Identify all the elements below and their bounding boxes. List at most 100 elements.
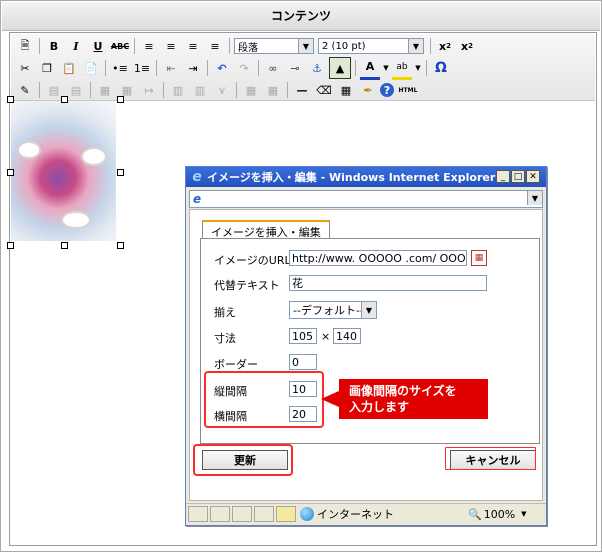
chevron-down-icon[interactable]: ▼ xyxy=(527,191,542,205)
subscript-icon[interactable]: x2 xyxy=(435,36,455,56)
html-icon[interactable]: HTML xyxy=(396,80,420,100)
resize-handle[interactable] xyxy=(61,242,68,249)
italic-icon[interactable]: I xyxy=(66,36,86,56)
undo-icon[interactable]: ↶ xyxy=(212,58,232,78)
eraser-icon[interactable]: ⌫ xyxy=(314,80,334,100)
indent-icon[interactable]: ⇥ xyxy=(183,58,203,78)
horizontal-rule-icon[interactable]: — xyxy=(292,80,312,100)
paste-icon[interactable]: 📋 xyxy=(59,58,79,78)
font-size-value: 2 (10 pt) xyxy=(322,40,366,52)
justify-icon[interactable]: ≡ xyxy=(205,36,225,56)
table-col-icon[interactable]: ▤ xyxy=(66,80,86,100)
security-zone: インターネット xyxy=(300,506,450,522)
width-field[interactable]: 105 xyxy=(289,328,317,344)
zoom-control[interactable]: 🔍 100% ▼ xyxy=(468,508,527,521)
spacing-highlight xyxy=(204,371,324,428)
outdent-icon[interactable]: ⇤ xyxy=(161,58,181,78)
status-cell xyxy=(188,506,208,522)
bullet-list-icon[interactable]: •≡ xyxy=(110,58,130,78)
ie-logo-icon: e xyxy=(192,169,202,185)
link-icon[interactable]: ∞ xyxy=(263,58,283,78)
edit-icon[interactable]: ✎ xyxy=(15,80,35,100)
row-props-icon[interactable]: ▦ xyxy=(263,80,283,100)
alt-text-label: 代替テキスト xyxy=(214,279,280,292)
help-icon[interactable]: ? xyxy=(380,83,394,97)
merge-icon[interactable]: ↦ xyxy=(139,80,159,100)
border-field[interactable]: 0 xyxy=(289,354,317,370)
font-color-icon[interactable]: A xyxy=(360,57,380,80)
resize-handle[interactable] xyxy=(117,96,124,103)
ie-page-icon: e xyxy=(193,192,202,206)
font-size-select[interactable]: 2 (10 pt) ▼ xyxy=(318,38,424,54)
zoom-icon: 🔍 xyxy=(468,507,482,521)
delete-col-icon[interactable]: ▥ xyxy=(190,80,210,100)
table-icon[interactable]: ▦ xyxy=(336,80,356,100)
address-bar[interactable]: e ▼ xyxy=(189,190,543,208)
chevron-down-icon: ▼ xyxy=(521,510,527,518)
split-icon[interactable]: ⋎ xyxy=(212,80,232,100)
cancel-highlight xyxy=(445,447,536,470)
status-cell xyxy=(210,506,230,522)
alt-text-field[interactable]: 花 xyxy=(289,275,487,291)
dialog-title: イメージを挿入・編集 - Windows Internet Explorer xyxy=(207,171,496,184)
align-select[interactable]: --デフォルト-- ▼ xyxy=(289,301,377,319)
flower-image[interactable] xyxy=(11,101,116,241)
size-separator: × xyxy=(321,330,331,343)
numbered-list-icon[interactable]: 1≡ xyxy=(132,58,152,78)
dialog-titlebar[interactable]: e イメージを挿入・編集 - Windows Internet Explorer xyxy=(186,167,546,187)
image-icon[interactable]: ▲ xyxy=(329,57,351,79)
omega-icon[interactable]: Ω xyxy=(431,58,451,78)
chevron-down-icon: ▼ xyxy=(361,302,376,318)
chevron-down-icon[interactable]: ▼ xyxy=(382,58,390,78)
copy-icon[interactable]: ❐ xyxy=(37,58,57,78)
bold-icon[interactable]: B xyxy=(44,36,64,56)
content-panel: コンテンツ 🗎 B I U ABC ≡ ≡ ≡ ≡ 段落 ▼ 2 (10 pt)… xyxy=(0,0,602,552)
underline-icon[interactable]: U xyxy=(88,36,108,56)
maximize-icon[interactable]: □ xyxy=(511,170,525,183)
browse-icon[interactable]: ▦ xyxy=(471,250,487,266)
resize-handle[interactable] xyxy=(7,242,14,249)
cup-shape xyxy=(61,211,91,229)
new-doc-icon[interactable]: 🗎 xyxy=(15,36,35,56)
format-select-value: 段落 xyxy=(238,42,258,54)
minimize-icon[interactable]: _ xyxy=(496,170,510,183)
close-icon[interactable]: ✕ xyxy=(526,170,540,183)
update-highlight xyxy=(193,444,293,476)
border-label: ボーダー xyxy=(214,358,258,371)
redo-icon[interactable]: ↷ xyxy=(234,58,254,78)
panel-title: コンテンツ xyxy=(2,2,600,31)
resize-handle[interactable] xyxy=(117,169,124,176)
align-center-icon[interactable]: ≡ xyxy=(161,36,181,56)
highlight-color-icon[interactable]: ab xyxy=(392,57,412,80)
zoom-text: 100% xyxy=(483,507,516,521)
cleanup-icon[interactable]: ✒ xyxy=(358,80,378,100)
height-field[interactable]: 140 xyxy=(333,328,361,344)
align-select-value: --デフォルト-- xyxy=(293,304,364,317)
resize-handle[interactable] xyxy=(7,169,14,176)
cell-props-icon[interactable]: ▦ xyxy=(241,80,261,100)
insert-col-icon[interactable]: ▥ xyxy=(168,80,188,100)
unlink-icon[interactable]: ⊸ xyxy=(285,58,305,78)
chevron-down-icon: ▼ xyxy=(298,39,313,53)
superscript-icon[interactable]: x2 xyxy=(457,36,477,56)
strikethrough-icon[interactable]: ABC xyxy=(110,36,130,56)
size-label: 寸法 xyxy=(214,332,236,345)
resize-handle[interactable] xyxy=(61,96,68,103)
status-cell xyxy=(232,506,252,522)
align-label: 揃え xyxy=(214,306,236,319)
globe-icon xyxy=(300,507,314,521)
format-select[interactable]: 段落 ▼ xyxy=(234,38,314,54)
chevron-down-icon[interactable]: ▼ xyxy=(414,58,422,78)
resize-handle[interactable] xyxy=(7,96,14,103)
url-field[interactable]: http://www. OOOOO .com/ OOOO xyxy=(289,250,467,266)
url-label: イメージのURL xyxy=(214,254,291,267)
insert-row-icon[interactable]: ▦ xyxy=(95,80,115,100)
align-left-icon[interactable]: ≡ xyxy=(139,36,159,56)
paste-text-icon[interactable]: 📄 xyxy=(81,58,101,78)
cut-icon[interactable]: ✂ xyxy=(15,58,35,78)
cup-shape xyxy=(17,141,41,159)
anchor-icon[interactable]: ⚓ xyxy=(307,58,327,78)
status-bar: インターネット 🔍 100% ▼ xyxy=(186,503,546,524)
resize-handle[interactable] xyxy=(117,242,124,249)
align-right-icon[interactable]: ≡ xyxy=(183,36,203,56)
